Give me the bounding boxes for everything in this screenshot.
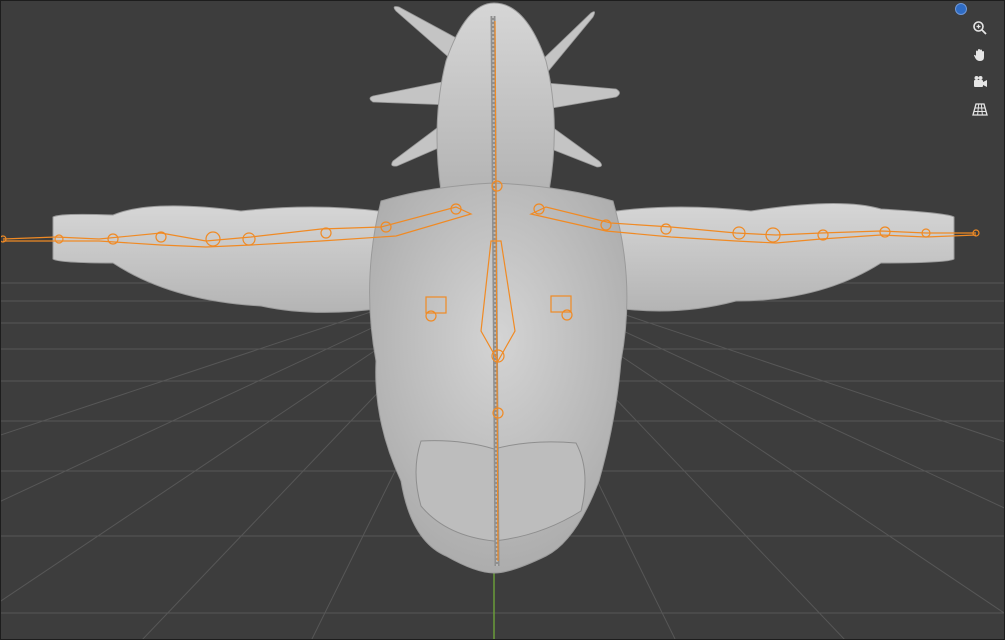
hand-icon [974, 49, 984, 61]
3d-viewport[interactable] [0, 0, 1005, 640]
grid-icon [972, 103, 988, 116]
zoom-button[interactable] [968, 16, 992, 40]
axis-gizmo[interactable] [955, 3, 967, 15]
camera-view-button[interactable] [968, 70, 992, 94]
perspective-toggle-button[interactable] [968, 97, 992, 121]
zoom-icon [973, 21, 987, 35]
viewport-scene [1, 2, 1004, 639]
pan-button[interactable] [968, 43, 992, 67]
camera-icon [974, 76, 987, 87]
navigation-gizmo [968, 16, 992, 121]
